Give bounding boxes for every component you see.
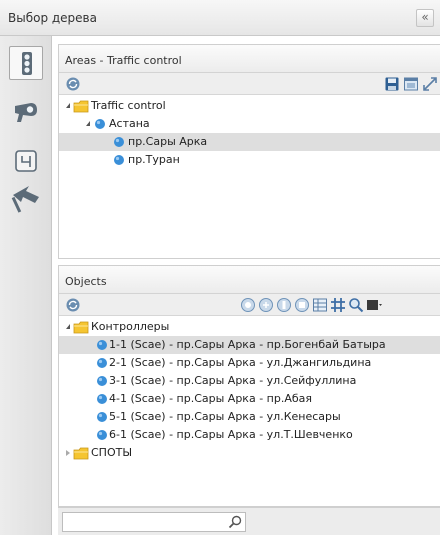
tree-node-label: 3-1 (Scae) - пр.Сары Арка - ул.Сейфуллин… xyxy=(109,374,357,387)
node-icon xyxy=(97,340,107,350)
expand-arrow-icon[interactable] xyxy=(66,103,70,108)
tree-node-label: 5-1 (Scae) - пр.Сары Арка - ул.Кенесары xyxy=(109,410,341,423)
refresh-icon[interactable] xyxy=(65,76,81,92)
grid-icon[interactable] xyxy=(330,297,346,313)
objects-panel: Objects Контроллеры 1-1 (Scae) - пр.Сары… xyxy=(58,265,440,507)
table-view-icon[interactable] xyxy=(312,297,328,313)
areas-panel-title: Areas - Traffic control xyxy=(59,45,440,73)
areas-toolbar xyxy=(59,73,440,95)
zoom-icon[interactable] xyxy=(348,297,364,313)
tree-node-controller[interactable]: 4-1 (Scae) - пр.Сары Арка - пр.Абая xyxy=(59,390,440,408)
expand-arrow-icon[interactable] xyxy=(86,121,90,126)
tree-node-spots[interactable]: СПОТЫ xyxy=(59,444,440,462)
tree-node-root[interactable]: Traffic control xyxy=(59,97,440,115)
tree-node-label: Traffic control xyxy=(91,99,166,112)
tree-node-label: Контроллеры xyxy=(91,320,170,333)
tree-node-label: пр.Сары Арка xyxy=(128,135,208,148)
filter-circle-2-icon[interactable] xyxy=(258,297,274,313)
tree-node-label: 2-1 (Scae) - пр.Сары Арка - ул.Джангильд… xyxy=(109,356,372,369)
filter-circle-3-icon[interactable] xyxy=(276,297,292,313)
sidebar-direction-sign-button[interactable] xyxy=(9,182,43,216)
node-icon xyxy=(114,155,124,165)
search-input[interactable] xyxy=(62,512,246,532)
node-icon xyxy=(95,119,105,129)
collapse-panel-button[interactable]: « xyxy=(416,9,434,27)
window-title: Выбор дерева xyxy=(8,11,97,25)
sidebar-camera-button[interactable] xyxy=(9,94,43,128)
tree-node-street[interactable]: пр.Сары Арка xyxy=(59,133,440,151)
tree-node-street[interactable]: пр.Туран xyxy=(59,151,440,169)
objects-panel-title: Objects xyxy=(59,266,440,294)
search-icon[interactable] xyxy=(228,515,242,529)
search-bar xyxy=(58,507,440,535)
camera-icon xyxy=(15,103,37,122)
tree-node-controller[interactable]: 6-1 (Scae) - пр.Сары Арка - ул.Т.Шевченк… xyxy=(59,426,440,444)
node-icon xyxy=(97,358,107,368)
folder-icon xyxy=(73,321,89,334)
traffic-light-icon xyxy=(22,52,32,75)
objects-toolbar xyxy=(59,294,440,316)
areas-panel: Areas - Traffic control Traffic control … xyxy=(58,44,440,259)
display-menu-icon[interactable] xyxy=(366,297,382,313)
tree-node-label: 1-1 (Scae) - пр.Сары Арка - пр.Богенбай … xyxy=(109,338,386,351)
tree-node-label: СПОТЫ xyxy=(91,446,133,459)
expand-arrow-icon[interactable] xyxy=(66,324,70,329)
filter-circle-1-icon[interactable] xyxy=(240,297,256,313)
road-marking-icon xyxy=(15,150,37,172)
expand-icon[interactable] xyxy=(422,76,438,92)
window-view-icon[interactable] xyxy=(403,76,419,92)
tree-node-controller[interactable]: 2-1 (Scae) - пр.Сары Арка - ул.Джангильд… xyxy=(59,354,440,372)
node-icon xyxy=(97,430,107,440)
folder-icon xyxy=(73,100,89,113)
node-icon xyxy=(97,394,107,404)
tree-node-city[interactable]: Астана xyxy=(59,115,440,133)
sidebar-road-marking-button[interactable] xyxy=(9,144,43,178)
tree-node-label: 6-1 (Scae) - пр.Сары Арка - ул.Т.Шевченк… xyxy=(109,428,353,441)
sidebar-traffic-light-button[interactable] xyxy=(9,46,43,80)
tree-node-label: пр.Туран xyxy=(128,153,180,166)
folder-icon xyxy=(73,447,89,460)
direction-sign-icon xyxy=(11,186,39,213)
refresh-icon[interactable] xyxy=(65,297,81,313)
node-icon xyxy=(114,137,124,147)
tree-node-label: 4-1 (Scae) - пр.Сары Арка - пр.Абая xyxy=(109,392,312,405)
tree-node-controllers[interactable]: Контроллеры xyxy=(59,318,440,336)
tree-node-controller[interactable]: 3-1 (Scae) - пр.Сары Арка - ул.Сейфуллин… xyxy=(59,372,440,390)
tree-node-controller[interactable]: 5-1 (Scae) - пр.Сары Арка - ул.Кенесары xyxy=(59,408,440,426)
filter-circle-4-icon[interactable] xyxy=(294,297,310,313)
node-icon xyxy=(97,412,107,422)
save-icon[interactable] xyxy=(384,76,400,92)
expand-arrow-icon[interactable] xyxy=(66,450,70,456)
window-titlebar: Выбор дерева « xyxy=(0,0,440,36)
tree-type-sidebar xyxy=(0,36,52,535)
tree-node-label: Астана xyxy=(109,117,150,130)
tree-node-controller[interactable]: 1-1 (Scae) - пр.Сары Арка - пр.Богенбай … xyxy=(59,336,440,354)
node-icon xyxy=(97,376,107,386)
